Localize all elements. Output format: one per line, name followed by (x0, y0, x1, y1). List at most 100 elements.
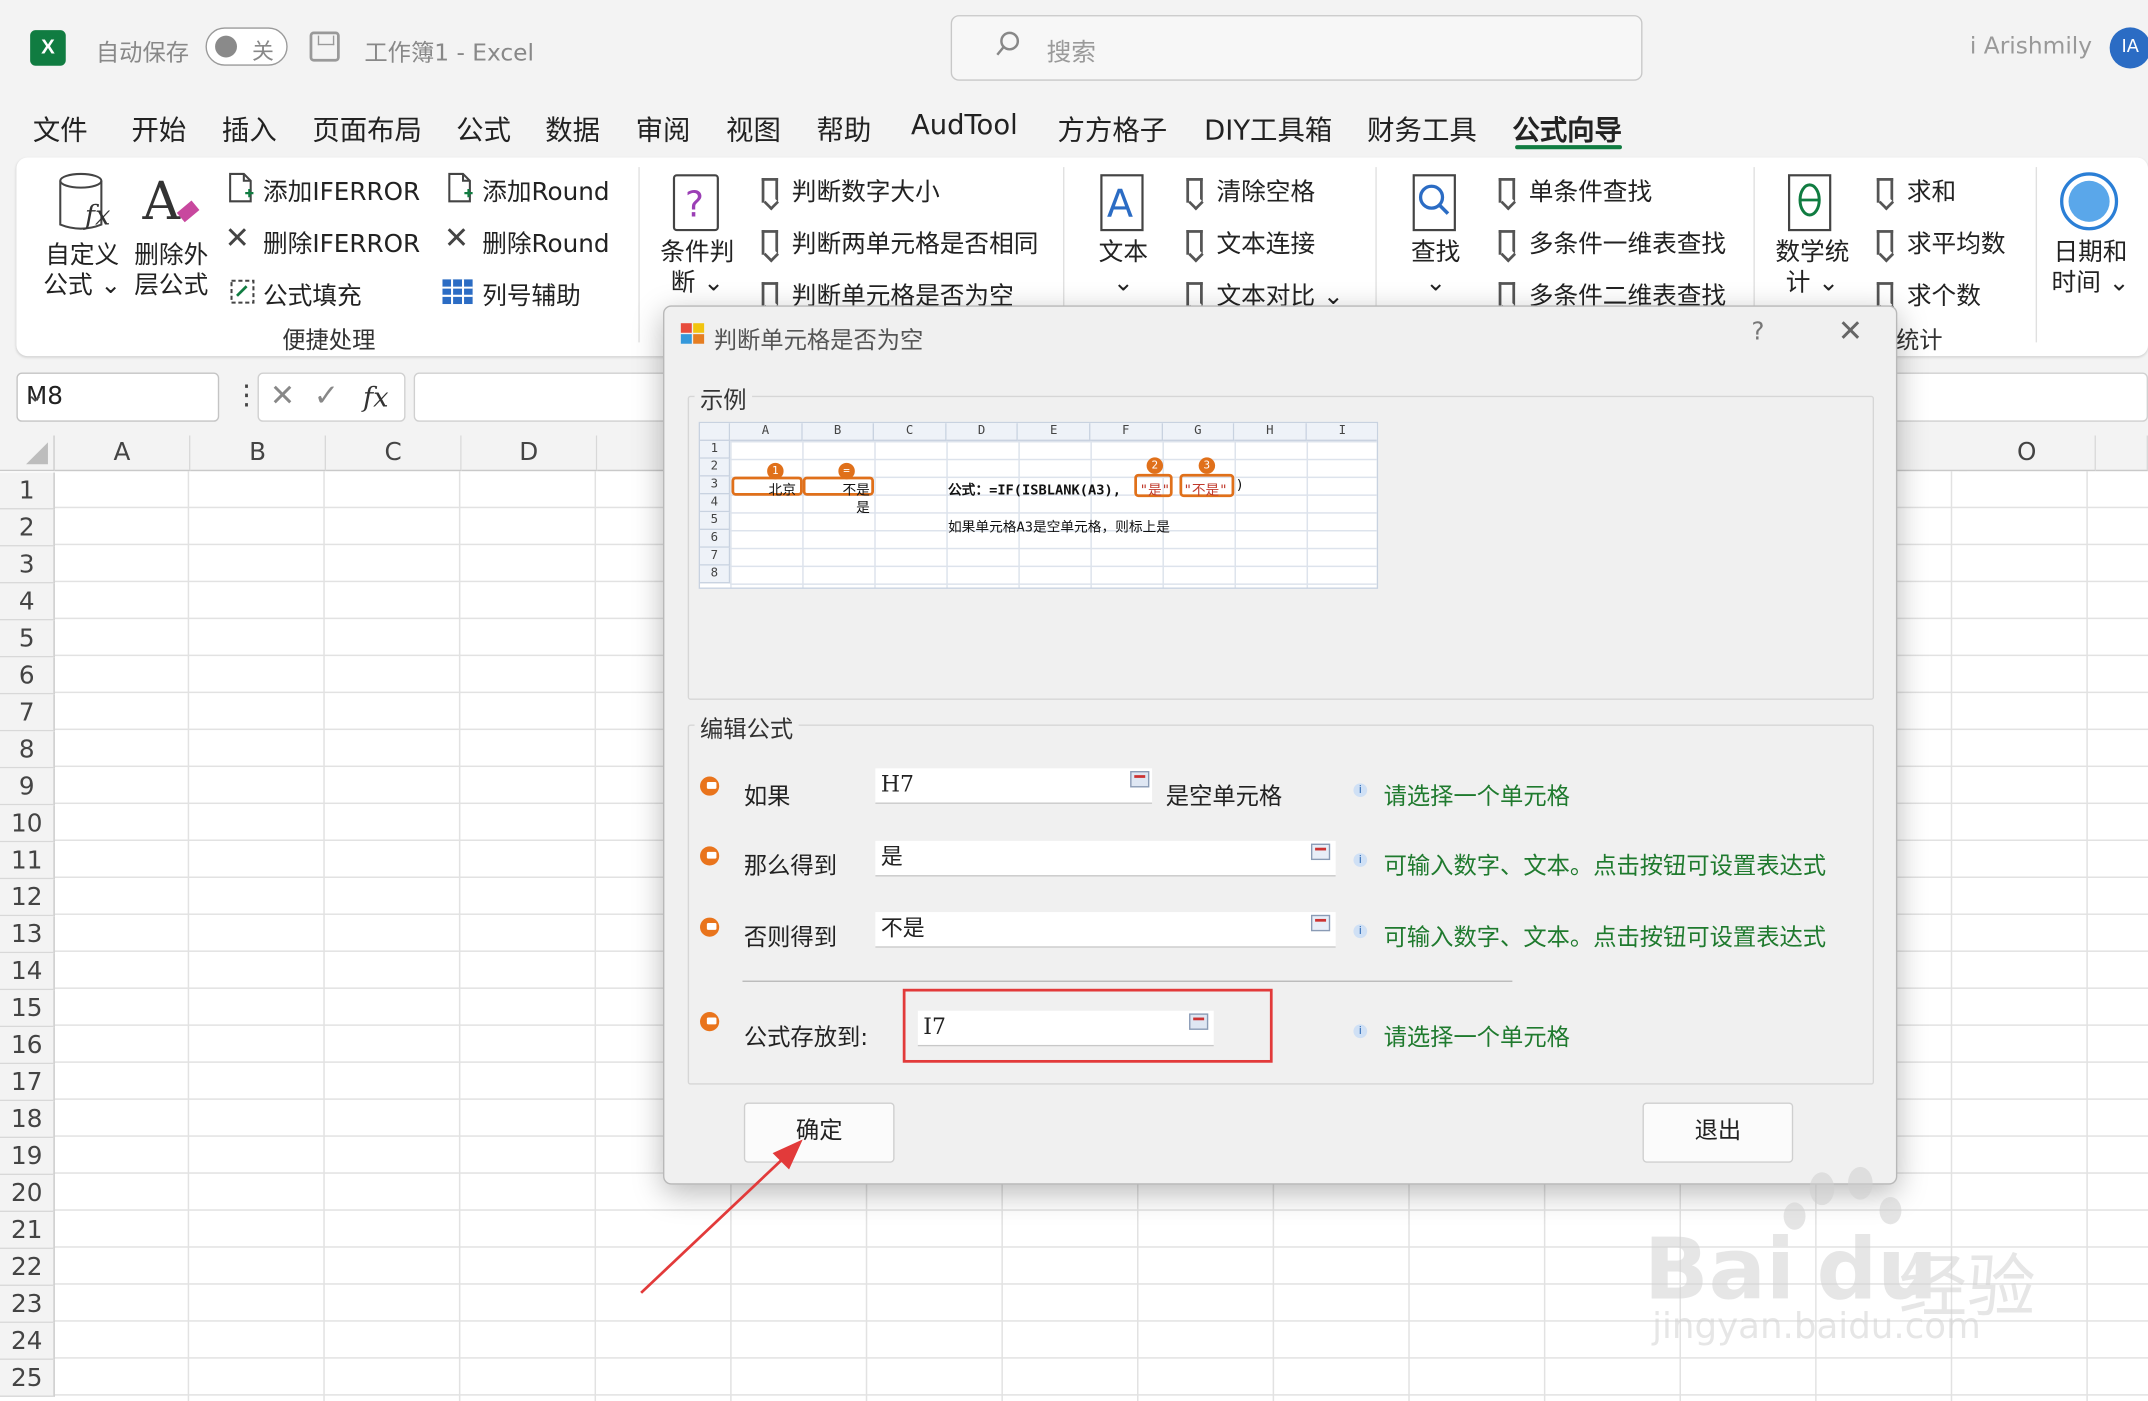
row-header[interactable]: 8 (0, 731, 55, 769)
delete-iferror-button[interactable]: 删除IFERROR (263, 225, 420, 261)
condition-button[interactable]: 条件判 断 ⌄ (655, 238, 740, 298)
delete-round-button[interactable]: 删除Round (482, 225, 609, 261)
info-icon: i (1353, 783, 1368, 798)
row-header[interactable]: 19 (0, 1138, 55, 1176)
then-value-input[interactable]: 是 (875, 840, 1336, 877)
tab-page-layout[interactable]: 页面布局 (312, 108, 422, 148)
column-header[interactable]: D (461, 435, 598, 472)
formula-fill-icon (230, 279, 255, 304)
autosave-toggle[interactable]: 关 (205, 27, 288, 66)
example-col-header: H (1234, 423, 1307, 441)
formula-fill-button[interactable]: 公式填充 (263, 277, 362, 313)
badge-2: 2 (1146, 457, 1164, 474)
math-stats-button[interactable]: 数学统 计 ⌄ (1770, 238, 1855, 298)
tab-formula-wizard[interactable]: 公式向导 (1512, 108, 1622, 148)
datetime-button[interactable]: 日期和 时间 ⌄ (2047, 238, 2135, 298)
tab-formulas[interactable]: 公式 (456, 108, 511, 148)
tab-home[interactable]: 开始 (132, 108, 187, 148)
text-concat-button[interactable]: 文本连接 (1186, 225, 1315, 261)
exit-button[interactable]: 退出 (1642, 1102, 1794, 1163)
avatar[interactable]: IA (2109, 27, 2148, 69)
column-header[interactable] (2095, 435, 2148, 472)
row-header[interactable]: 16 (0, 1027, 55, 1065)
step-icon (700, 917, 720, 937)
close-icon[interactable]: ✕ (1838, 315, 1863, 349)
user-name[interactable]: i Arishmily (1970, 33, 2092, 60)
save-icon[interactable] (309, 31, 340, 62)
tab-view[interactable]: 视图 (726, 108, 781, 148)
expression-button[interactable] (1310, 843, 1331, 861)
check-icon[interactable]: ✓ (314, 379, 339, 413)
custom-formula-button[interactable]: 自定义 公式 ⌄ (41, 241, 123, 301)
row-header[interactable]: 13 (0, 916, 55, 954)
sum-button[interactable]: 求和 (1876, 173, 1956, 209)
single-lookup-button[interactable]: 单条件查找 (1498, 173, 1652, 209)
average-button[interactable]: 求平均数 (1876, 225, 2006, 261)
watermark-brand: Bai (1643, 1218, 1796, 1319)
row-header[interactable]: 4 (0, 583, 55, 621)
delete-outer-formula-button[interactable]: 删除外 层公式 (130, 241, 212, 301)
row-header[interactable]: 3 (0, 546, 55, 584)
example-row-header: 6 (700, 529, 731, 548)
select-all-corner[interactable] (0, 435, 55, 472)
badge-eq: = (838, 462, 855, 480)
column-header[interactable]: B (190, 435, 327, 472)
bookmark-icon (1186, 178, 1203, 203)
insert-function-icon[interactable]: fx (363, 381, 389, 414)
tab-help[interactable]: 帮助 (816, 108, 871, 148)
multi-1d-lookup-button[interactable]: 多条件一维表查找 (1498, 225, 1726, 261)
row-header[interactable]: 10 (0, 805, 55, 843)
tab-fangfang[interactable]: 方方格子 (1058, 108, 1168, 148)
tab-finance[interactable]: 财务工具 (1367, 108, 1477, 148)
row-header[interactable]: 21 (0, 1212, 55, 1249)
column-header[interactable]: A (54, 435, 191, 472)
name-box[interactable]: M8 ⌄ (16, 372, 220, 422)
tab-audtool[interactable]: AudTool (911, 108, 1018, 141)
tab-diy[interactable]: DIY工具箱 (1204, 108, 1332, 148)
column-helper-button[interactable]: 列号辅助 (482, 277, 581, 313)
row-header[interactable]: 11 (0, 842, 55, 880)
row-header[interactable]: 14 (0, 953, 55, 991)
is-number-size-button[interactable]: 判断数字大小 (761, 173, 940, 209)
dialog-judge-empty: 判断单元格是否为空 ? ✕ 示例 A B C D E F G H I 1 2 3… (663, 305, 1898, 1185)
row-header[interactable]: 6 (0, 657, 55, 695)
row-header[interactable]: 22 (0, 1248, 55, 1286)
column-header[interactable]: C (326, 435, 462, 472)
row-header[interactable]: 2 (0, 509, 55, 547)
clear-spaces-button[interactable]: 清除空格 (1186, 173, 1315, 209)
text-button[interactable]: 文本 ⌄ (1090, 238, 1156, 298)
tab-review[interactable]: 审阅 (636, 108, 691, 148)
lookup-button[interactable]: 查找 ⌄ (1403, 238, 1469, 298)
row-header[interactable]: 18 (0, 1101, 55, 1139)
divider (742, 980, 1513, 982)
group-label-stats: 统计 (1895, 327, 1943, 355)
row-header[interactable]: 15 (0, 990, 55, 1028)
if-cell-input[interactable]: H7 (875, 768, 1153, 804)
add-round-button[interactable]: 添加Round (482, 173, 609, 209)
help-icon[interactable]: ? (1751, 318, 1764, 347)
tab-insert[interactable]: 插入 (222, 108, 277, 148)
tab-file[interactable]: 文件 (33, 108, 88, 148)
store-cell-input[interactable]: I7 (917, 1010, 1214, 1047)
tab-data[interactable]: 数据 (545, 108, 600, 148)
select-range-button[interactable] (1189, 1013, 1209, 1030)
row-header[interactable]: 5 (0, 620, 55, 658)
row-header[interactable]: 20 (0, 1175, 55, 1213)
select-range-button[interactable] (1130, 771, 1150, 788)
more-options-icon[interactable]: ⋮ (233, 378, 260, 411)
row-header[interactable]: 17 (0, 1064, 55, 1102)
row-header[interactable]: 1 (0, 472, 55, 510)
expression-button[interactable] (1310, 914, 1331, 932)
else-value-input[interactable]: 不是 (875, 912, 1336, 948)
two-cells-same-button[interactable]: 判断两单元格是否相同 (761, 225, 1038, 261)
row-header[interactable]: 9 (0, 768, 55, 806)
row-header[interactable]: 25 (0, 1359, 55, 1397)
cancel-icon[interactable]: ✕ (270, 379, 295, 413)
row-header[interactable]: 12 (0, 879, 55, 917)
row-header[interactable]: 23 (0, 1285, 55, 1323)
row-header[interactable]: 24 (0, 1322, 55, 1360)
search-placeholder: 搜索 (1046, 38, 1096, 68)
row-header[interactable]: 7 (0, 694, 55, 732)
add-iferror-button[interactable]: 添加IFERROR (263, 173, 420, 209)
column-header[interactable]: O (1958, 435, 2096, 472)
